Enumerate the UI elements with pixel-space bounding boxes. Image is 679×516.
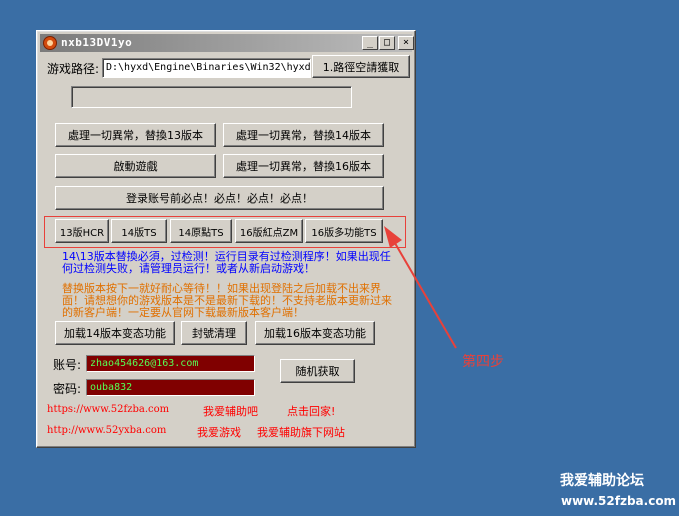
start-game-button[interactable]: 啟動遊戲 bbox=[55, 154, 216, 178]
link-52fzba[interactable]: https://www.52fzba.com bbox=[47, 404, 169, 415]
link-52yxba-name[interactable]: 我爱游戏 bbox=[197, 424, 241, 440]
title-bar[interactable]: nxb13DV1yo _ □ × bbox=[40, 34, 414, 52]
account-input[interactable]: zhao454626@163.com bbox=[86, 355, 255, 372]
link-sister-site[interactable]: 我爱辅助旗下网站 bbox=[257, 424, 345, 440]
maximize-button[interactable]: □ bbox=[379, 36, 395, 50]
watermark-title: 我爱辅助论坛 bbox=[560, 473, 644, 489]
link-52fzba-name[interactable]: 我爱辅助吧 bbox=[203, 403, 258, 419]
game-path-input[interactable]: D:\hyxd\Engine\Binaries\Win32\hyxd bbox=[102, 58, 311, 78]
password-label: 密码: bbox=[53, 382, 82, 396]
replace-version-note: 替换版本按下一就好耐心等待！！如果出现登陆之后加载不出来界面！请想想你的游戏版本… bbox=[62, 282, 392, 319]
window-title: nxb13DV1yo bbox=[61, 36, 133, 49]
app-icon bbox=[43, 36, 57, 50]
close-button[interactable]: × bbox=[398, 36, 414, 50]
link-52yxba[interactable]: http://www.52yxba.com bbox=[47, 425, 166, 436]
arrow-icon bbox=[384, 226, 457, 349]
seal-clean-button[interactable]: 封號清理 bbox=[181, 321, 247, 345]
account-label: 账号: bbox=[53, 358, 82, 372]
handle-16-button[interactable]: 處理一切異常，替換16版本 bbox=[223, 154, 384, 178]
detection-note: 14\13版本替換必須，过检测！运行目录有过检测程序！如果出现任何过检测失败，请… bbox=[62, 250, 391, 275]
get-path-button[interactable]: 1.路徑空請獲取 bbox=[312, 55, 410, 78]
step-annotation: 第四步 bbox=[462, 354, 504, 370]
handle-14-button[interactable]: 處理一切異常，替換14版本 bbox=[223, 123, 384, 147]
status-field bbox=[71, 86, 352, 108]
password-input[interactable]: ouba832 bbox=[86, 379, 255, 396]
random-get-button[interactable]: 随机获取 bbox=[280, 359, 355, 383]
login-note-button[interactable]: 登录账号前必点！必点！必点！必点！ bbox=[55, 186, 384, 210]
path-label: 游戏路径: bbox=[47, 62, 100, 76]
load-14-feature-button[interactable]: 加载14版本变态功能 bbox=[55, 321, 175, 345]
highlight-box bbox=[44, 216, 406, 248]
load-16-feature-button[interactable]: 加载16版本变态功能 bbox=[255, 321, 375, 345]
handle-13-button[interactable]: 處理一切異常，替換13版本 bbox=[55, 123, 216, 147]
minimize-button[interactable]: _ bbox=[362, 36, 378, 50]
link-go-home[interactable]: 点击回家! bbox=[287, 403, 335, 419]
watermark-url: www.52fzba.com bbox=[561, 494, 677, 508]
